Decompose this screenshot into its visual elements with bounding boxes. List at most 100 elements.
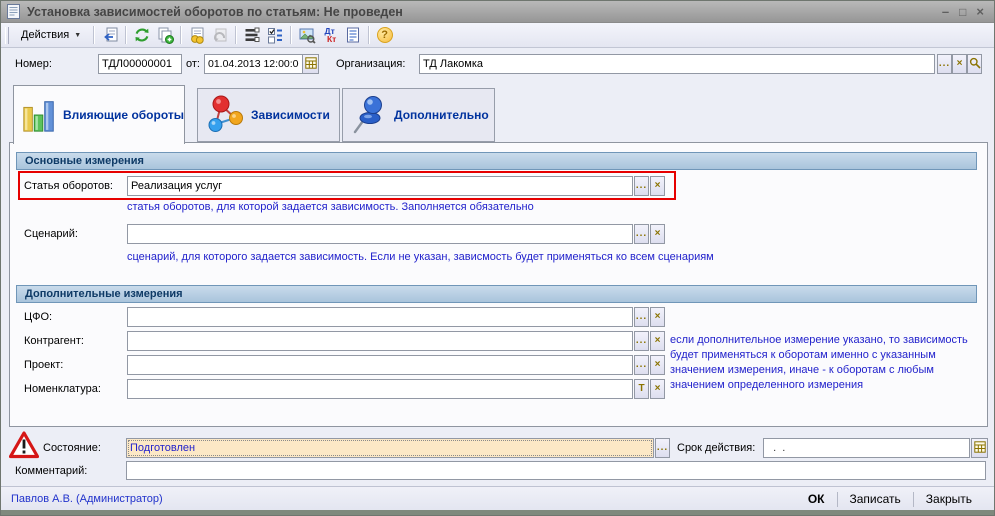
- tab-influencing-turnovers[interactable]: Влияющие обороты: [13, 85, 185, 144]
- period-input[interactable]: [763, 438, 970, 458]
- cfo-select-button[interactable]: ...: [634, 307, 649, 327]
- contractor-label: Контрагент:: [24, 331, 84, 351]
- title-bar: Установка зависимостей оборотов по стать…: [1, 1, 994, 23]
- comment-input[interactable]: [126, 461, 986, 480]
- scenario-label: Сценарий:: [24, 224, 78, 244]
- state-input[interactable]: [126, 438, 654, 458]
- actions-menu-label: Действия: [21, 29, 69, 41]
- additional-dimensions-hint: если дополнительное измерение указано, т…: [670, 333, 970, 393]
- list-settings-button[interactable]: [263, 24, 286, 46]
- comment-label: Комментарий:: [15, 461, 87, 481]
- project-label: Проект:: [24, 355, 63, 375]
- nomenclature-input[interactable]: [127, 379, 633, 399]
- organization-select-button[interactable]: ...: [937, 54, 952, 74]
- state-select-button[interactable]: ...: [655, 438, 670, 458]
- warning-icon: [9, 431, 39, 459]
- contractor-select-button[interactable]: ...: [634, 331, 649, 351]
- document-icon: [7, 4, 20, 19]
- toolbar-separator: [290, 26, 291, 44]
- tab-additional[interactable]: Дополнительно: [342, 88, 495, 142]
- refresh-button[interactable]: [130, 24, 153, 46]
- date-calendar-button[interactable]: [302, 54, 319, 74]
- post-document-icon: [188, 26, 206, 44]
- unpost-document-icon: [211, 26, 229, 44]
- toolbar-separator: [93, 26, 94, 44]
- tab-label: Дополнительно: [394, 108, 489, 122]
- contractor-input[interactable]: [127, 331, 633, 351]
- document-window: Установка зависимостей оборотов по стать…: [0, 0, 995, 516]
- post-button[interactable]: [185, 24, 208, 46]
- movements-list-button[interactable]: [240, 24, 263, 46]
- close-button[interactable]: ×: [976, 5, 984, 19]
- list-settings-icon: [266, 26, 284, 44]
- close-window-button[interactable]: Закрыть: [914, 490, 984, 508]
- project-clear-button[interactable]: ×: [650, 355, 665, 375]
- cfo-label: ЦФО:: [24, 307, 52, 327]
- save-button[interactable]: Записать: [838, 490, 913, 508]
- window-title: Установка зависимостей оборотов по стать…: [27, 5, 403, 19]
- toolbar-grip: [5, 27, 9, 44]
- bar-chart-icon: [20, 94, 58, 136]
- cfo-input[interactable]: [127, 307, 633, 327]
- unpost-button[interactable]: [208, 24, 231, 46]
- toolbar-separator: [368, 26, 369, 44]
- navigate-icon: [101, 26, 119, 44]
- section-additional-dimensions: Дополнительные измерения: [16, 285, 977, 303]
- window-controls: – □ ×: [942, 5, 988, 19]
- calendar-icon: [305, 57, 317, 69]
- ok-button[interactable]: ОК: [796, 490, 837, 508]
- project-select-button[interactable]: ...: [634, 355, 649, 375]
- current-user: Павлов А.В. (Администратор): [11, 493, 163, 505]
- dtkt-icon: Дт Кт: [323, 27, 336, 43]
- article-hint: статья оборотов, для которой задается за…: [127, 201, 534, 213]
- scenario-hint: сценарий, для которого задается зависимо…: [127, 251, 714, 263]
- nomenclature-label: Номенклатура:: [24, 379, 101, 399]
- magnifier-icon: [969, 57, 981, 69]
- article-select-button[interactable]: ...: [634, 176, 649, 196]
- organization-clear-button[interactable]: ×: [952, 54, 967, 74]
- toolbar-separator: [235, 26, 236, 44]
- tab-label: Влияющие обороты: [63, 108, 184, 122]
- molecule-icon: [204, 94, 246, 136]
- report-icon: [344, 26, 362, 44]
- toolbar-separator: [180, 26, 181, 44]
- scenario-clear-button[interactable]: ×: [650, 224, 665, 244]
- date-input[interactable]: [204, 54, 303, 74]
- contractor-clear-button[interactable]: ×: [650, 331, 665, 351]
- picture-view-icon: [298, 26, 316, 44]
- refresh-icon: [133, 26, 151, 44]
- nomenclature-clear-button[interactable]: ×: [650, 379, 665, 399]
- tab-label: Зависимости: [251, 108, 330, 122]
- pushpin-icon: [349, 94, 389, 136]
- navigate-button[interactable]: [98, 24, 121, 46]
- scenario-input[interactable]: [127, 224, 633, 244]
- date-label: от:: [186, 54, 200, 74]
- scenario-select-button[interactable]: ...: [634, 224, 649, 244]
- report-button[interactable]: [341, 24, 364, 46]
- period-calendar-button[interactable]: [971, 438, 988, 458]
- actions-menu-button[interactable]: Действия ▼: [13, 26, 89, 44]
- minimize-button[interactable]: –: [942, 5, 949, 19]
- picture-view-button[interactable]: [295, 24, 318, 46]
- cfo-clear-button[interactable]: ×: [650, 307, 665, 327]
- window-resize-edge: [1, 510, 994, 515]
- tab-dependencies[interactable]: Зависимости: [197, 88, 340, 142]
- article-label: Статья оборотов:: [24, 176, 113, 196]
- state-label: Состояние:: [43, 438, 101, 458]
- organization-input[interactable]: [419, 54, 935, 74]
- number-input[interactable]: [98, 54, 182, 74]
- project-input[interactable]: [127, 355, 633, 375]
- copy-button[interactable]: [153, 24, 176, 46]
- dropdown-arrow-icon: ▼: [74, 32, 81, 39]
- article-input[interactable]: [127, 176, 633, 196]
- nomenclature-text-button[interactable]: T: [634, 379, 649, 399]
- organization-search-button[interactable]: [967, 54, 982, 74]
- period-label: Срок действия:: [677, 438, 755, 458]
- article-clear-button[interactable]: ×: [650, 176, 665, 196]
- help-button[interactable]: ?: [373, 24, 396, 46]
- movements-list-icon: [243, 26, 261, 44]
- help-icon: ?: [377, 27, 393, 43]
- tab-page-influencing-turnovers: Основные измерения Статья оборотов: ... …: [9, 142, 988, 427]
- maximize-button[interactable]: □: [959, 5, 966, 19]
- dtkt-button[interactable]: Дт Кт: [318, 24, 341, 46]
